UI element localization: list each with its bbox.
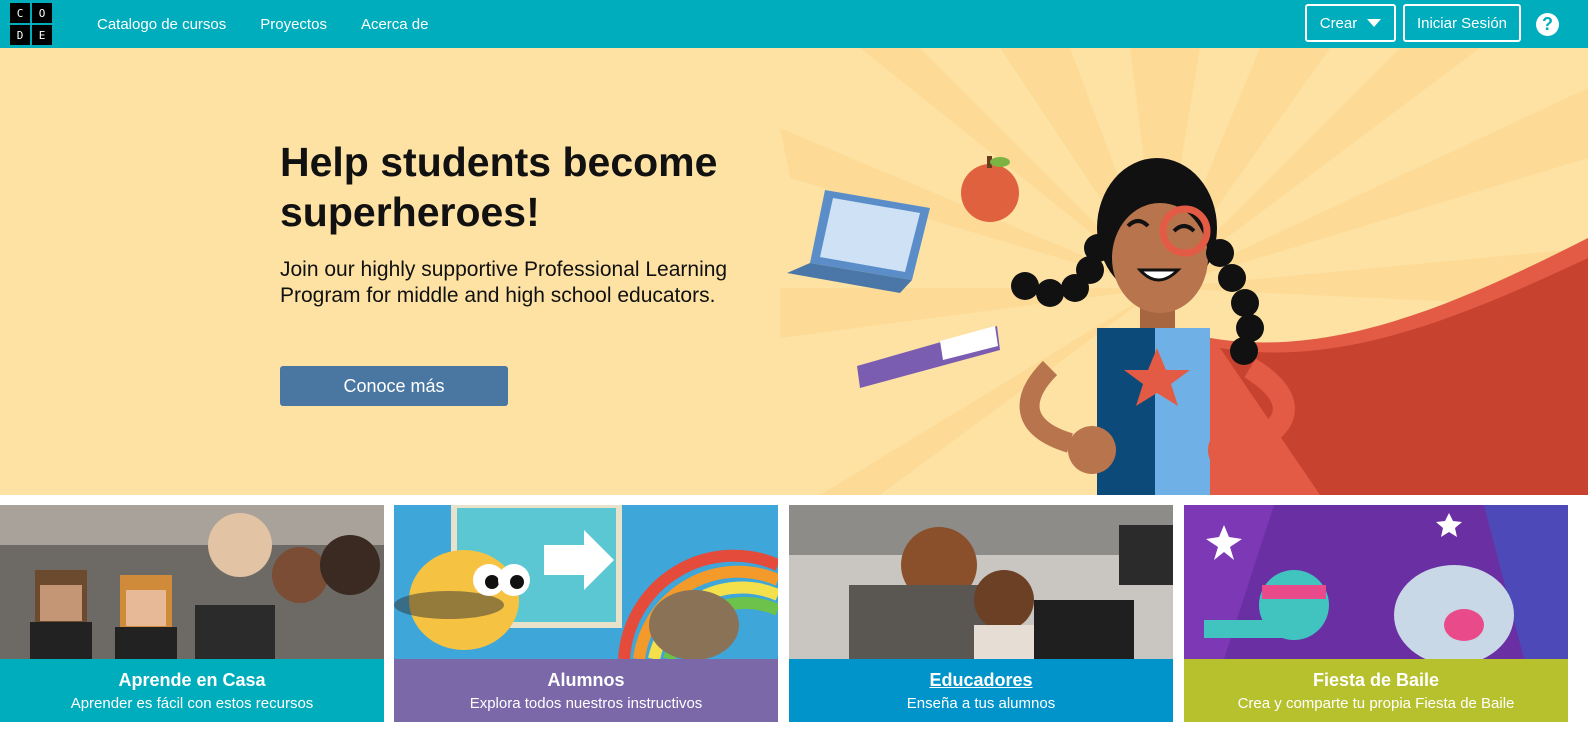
card-band: Aprende en Casa Aprender es fácil con es…: [0, 659, 384, 722]
help-icon[interactable]: ?: [1536, 13, 1559, 36]
learn-more-button[interactable]: Conoce más: [280, 366, 508, 406]
card-title: Aprende en Casa: [118, 669, 266, 690]
hero-title: Help students become superheroes!: [280, 139, 718, 235]
top-navigation-bar: C O D E Catalogo de cursos Proyectos Ace…: [0, 0, 1588, 48]
hero-description: Join our highly supportive Professional …: [280, 258, 728, 307]
card-band: Fiesta de Baile Crea y comparte tu propi…: [1184, 659, 1568, 722]
sign-in-button[interactable]: Iniciar Sesión: [1403, 4, 1521, 42]
nav-about[interactable]: Acerca de: [361, 16, 429, 33]
card-title: Alumnos: [547, 669, 625, 690]
code-logo[interactable]: C O D E: [10, 3, 52, 45]
card-subtitle: Explora todos nuestros instructivos: [469, 694, 703, 712]
main-nav: Catalogo de cursos Proyectos Acerca de: [97, 0, 429, 48]
logo-letter-e: E: [32, 25, 52, 45]
card-educators[interactable]: Educadores Enseña a tus alumnos: [789, 505, 1173, 722]
card-image-classroom: [789, 505, 1173, 659]
create-dropdown-button[interactable]: Crear: [1305, 4, 1396, 42]
card-subtitle: Enseña a tus alumnos: [906, 694, 1056, 712]
logo-letter-c: C: [10, 3, 30, 23]
card-band: Alumnos Explora todos nuestros instructi…: [394, 659, 778, 722]
card-band: Educadores Enseña a tus alumnos: [789, 659, 1173, 722]
feature-cards: Aprende en Casa Aprender es fácil con es…: [0, 505, 1588, 722]
card-title: Fiesta de Baile: [1312, 669, 1440, 690]
card-image-dance-party: [1184, 505, 1568, 659]
hero-banner: Help students become superheroes! Join o…: [0, 48, 1588, 495]
create-label: Crear: [1319, 14, 1358, 32]
nav-course-catalog[interactable]: Catalogo de cursos: [97, 16, 226, 33]
chevron-down-icon: [1367, 19, 1382, 27]
card-image-bee-scrat: [394, 505, 778, 659]
nav-projects[interactable]: Proyectos: [260, 16, 327, 33]
logo-letter-o: O: [32, 3, 52, 23]
superhero-illustration: [780, 48, 1588, 495]
card-students[interactable]: Alumnos Explora todos nuestros instructi…: [394, 505, 778, 722]
card-title: Educadores: [929, 669, 1033, 690]
card-image-kids-minecraft: [0, 505, 384, 659]
sign-in-label: Iniciar Sesión: [1416, 14, 1508, 32]
card-dance-party[interactable]: Fiesta de Baile Crea y comparte tu propi…: [1184, 505, 1568, 722]
card-subtitle: Aprender es fácil con estos recursos: [70, 694, 314, 712]
logo-letter-d: D: [10, 25, 30, 45]
card-subtitle: Crea y comparte tu propia Fiesta de Bail…: [1237, 694, 1515, 712]
card-learn-at-home[interactable]: Aprende en Casa Aprender es fácil con es…: [0, 505, 384, 722]
